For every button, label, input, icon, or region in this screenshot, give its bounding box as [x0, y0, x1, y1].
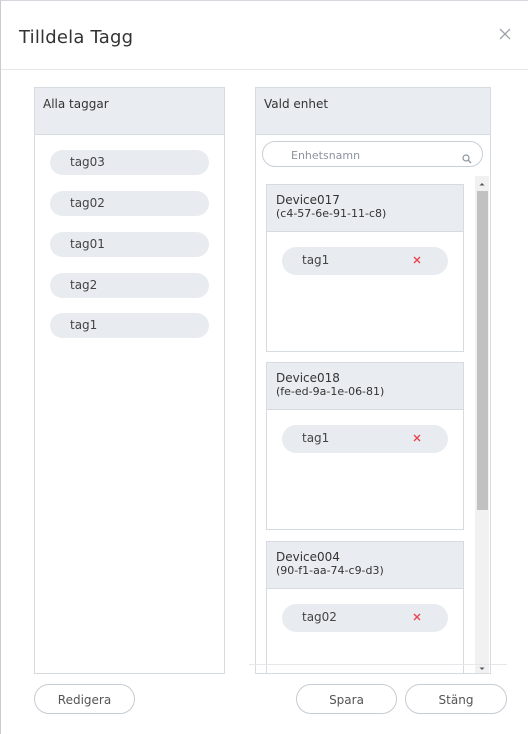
scroll-up-arrow-icon[interactable] [475, 176, 489, 190]
device-card: Device004 (90-f1-aa-74-c9-d3) tag02 [266, 541, 464, 673]
edit-button[interactable]: Redigera [34, 684, 135, 714]
device-list: Device017 (c4-57-6e-91-11-c8) tag1 Devic… [256, 176, 490, 673]
save-button[interactable]: Spara [296, 684, 397, 714]
scroll-down-arrow-icon[interactable] [475, 661, 489, 673]
device-card: Device018 (fe-ed-9a-1e-06-81) tag1 [266, 362, 464, 530]
device-tag-label: tag1 [302, 431, 330, 445]
tag-item[interactable]: tag2 [50, 273, 209, 298]
device-name: Device004 [276, 550, 340, 564]
close-icon[interactable] [498, 27, 516, 45]
device-card-header: Device017 (c4-57-6e-91-11-c8) [267, 185, 463, 232]
tag-item[interactable]: tag01 [50, 232, 209, 257]
assign-tag-dialog: Tilldela Tagg Alla taggar tag03 tag02 ta… [0, 0, 528, 734]
device-tag-label: tag02 [302, 610, 337, 624]
device-mac: (fe-ed-9a-1e-06-81) [276, 385, 385, 398]
remove-x-icon[interactable] [410, 431, 424, 445]
footer-divider [249, 664, 507, 665]
tag-item[interactable]: tag03 [50, 150, 209, 175]
device-search-input[interactable] [289, 145, 453, 165]
remove-x-icon[interactable] [410, 610, 424, 624]
all-tags-panel: Alla taggar tag03 tag02 tag01 tag2 tag1 [34, 87, 225, 674]
dialog-header: Tilldela Tagg [1, 1, 528, 70]
device-tag: tag02 [282, 604, 448, 632]
tag-item[interactable]: tag02 [50, 191, 209, 216]
device-card-header: Device004 (90-f1-aa-74-c9-d3) [267, 542, 463, 589]
scrollbar-thumb[interactable] [477, 191, 488, 510]
device-tag: tag1 [282, 247, 448, 275]
close-button[interactable]: Stäng [405, 684, 507, 714]
selected-unit-header: Vald enhet [256, 88, 490, 135]
tag-item[interactable]: tag1 [50, 313, 209, 338]
remove-x-icon[interactable] [410, 253, 424, 267]
device-mac: (c4-57-6e-91-11-c8) [276, 207, 387, 220]
device-card: Device017 (c4-57-6e-91-11-c8) tag1 [266, 184, 464, 352]
search-icon[interactable] [462, 149, 472, 168]
device-tag: tag1 [282, 425, 448, 453]
dialog-title: Tilldela Tagg [19, 27, 134, 48]
device-card-header: Device018 (fe-ed-9a-1e-06-81) [267, 363, 463, 410]
device-name: Device018 [276, 371, 340, 385]
device-name: Device017 [276, 193, 340, 207]
device-list-scrollbar[interactable] [475, 176, 489, 673]
device-mac: (90-f1-aa-74-c9-d3) [276, 564, 384, 577]
all-tags-header: Alla taggar [35, 88, 224, 135]
device-tag-label: tag1 [302, 253, 330, 267]
device-search [262, 141, 483, 167]
selected-unit-panel: Vald enhet Device017 (c4-57-6e-91-11-c8)… [255, 87, 491, 674]
